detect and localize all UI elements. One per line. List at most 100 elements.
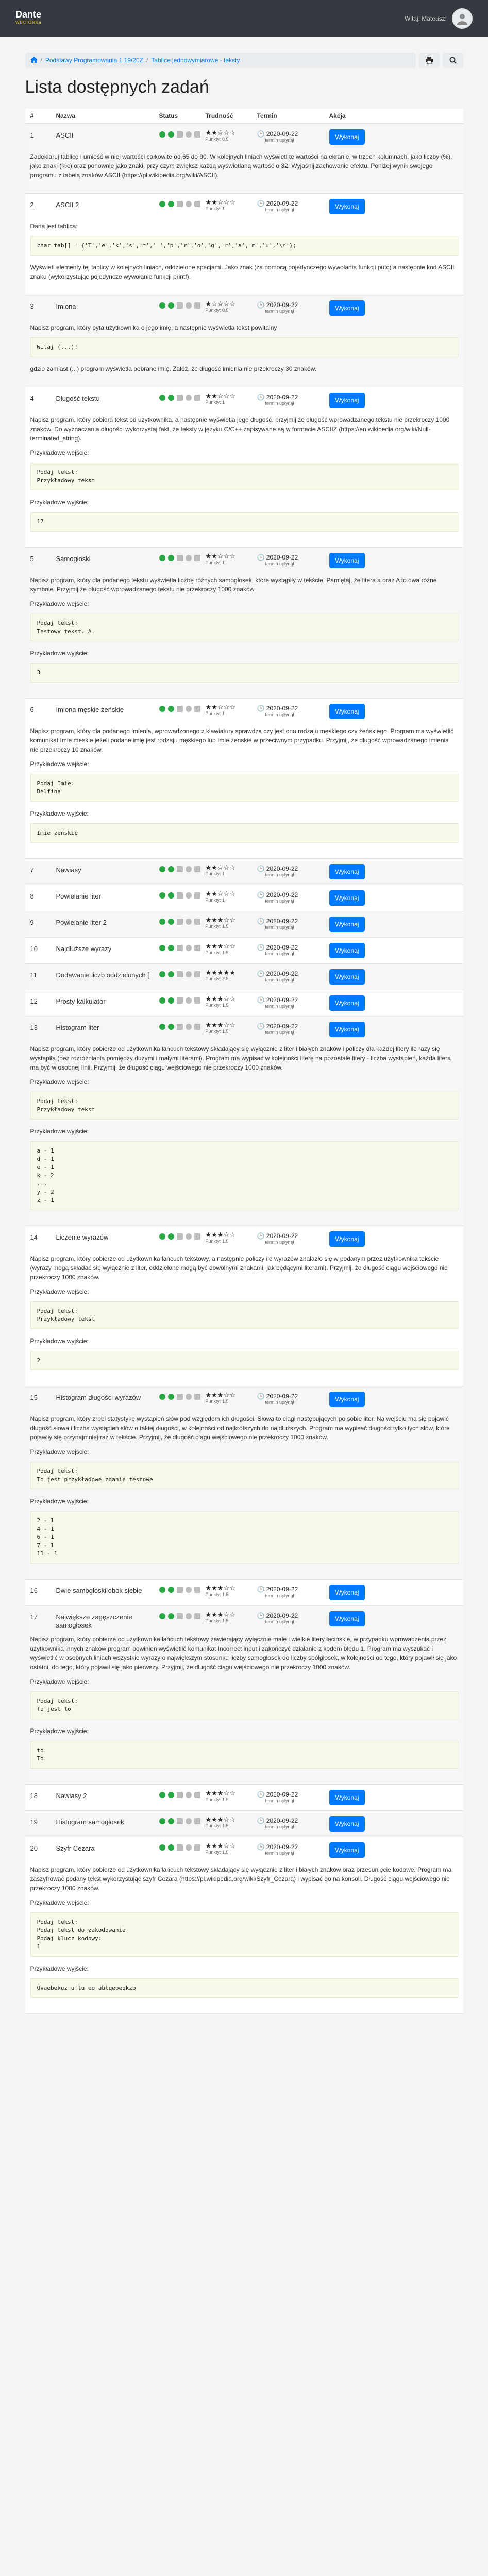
example-output-label: Przykładowe wyjście: (30, 650, 89, 657)
breadcrumb-item-course[interactable]: Podstawy Programowania 1 19/20Z (45, 57, 143, 64)
execute-button[interactable]: Wykonaj (329, 995, 365, 1011)
breadcrumb: / Podstawy Programowania 1 19/20Z / Tabl… (25, 53, 416, 68)
execute-button[interactable]: Wykonaj (329, 1392, 365, 1407)
task-name[interactable]: ASCII 2 (56, 199, 159, 209)
task-difficulty: ★★☆☆☆ Punkty: 1 (206, 890, 257, 903)
execute-button[interactable]: Wykonaj (329, 1022, 365, 1037)
lock-icon (176, 1613, 183, 1619)
completed-icon (159, 555, 165, 561)
task-description: Zadeklaruj tablicę i umieść w niej warto… (25, 150, 463, 193)
clock-icon: 🕒 (257, 865, 265, 872)
task-term: 🕒 2020-09-22 termin upłynął (257, 864, 329, 877)
task-difficulty: ★★★☆☆ Punkty: 1.5 (206, 1392, 257, 1404)
completed-icon (159, 892, 165, 899)
execute-button[interactable]: Wykonaj (329, 704, 365, 719)
execute-button[interactable]: Wykonaj (329, 969, 365, 985)
task-name[interactable]: Największe zagęszczenie samogłosek (56, 1611, 159, 1630)
task-name[interactable]: Histogram długości wyrazów (56, 1392, 159, 1402)
task-name[interactable]: Imiona męskie żeńskie (56, 704, 159, 714)
execute-button[interactable]: Wykonaj (329, 129, 365, 145)
task-name[interactable]: Liczenie wyrazów (56, 1231, 159, 1242)
execute-button[interactable]: Wykonaj (329, 393, 365, 408)
lock-icon (176, 892, 183, 899)
task-points: Punkty: 1 (205, 400, 225, 405)
task-name[interactable]: Prosty kalkulator (56, 995, 159, 1006)
brand-logo[interactable]: Dante WBCIORKa (15, 10, 42, 27)
term-date: 2020-09-22 (266, 1023, 298, 1030)
search-button[interactable] (442, 53, 463, 68)
term-date: 2020-09-22 (266, 970, 298, 977)
execute-button[interactable]: Wykonaj (329, 300, 365, 316)
completed-icon (159, 201, 165, 207)
task-points: Punkty: 1 (205, 711, 225, 716)
task-name[interactable]: Histogram samogłosek (56, 1816, 159, 1826)
flag-icon (194, 395, 200, 401)
task-difficulty: ★★★☆☆ Punkty: 1.5 (206, 1790, 257, 1803)
task-name[interactable]: Imiona (56, 300, 159, 311)
task-name[interactable]: Nawiasy 2 (56, 1790, 159, 1800)
execute-button[interactable]: Wykonaj (329, 890, 365, 906)
execute-button[interactable]: Wykonaj (329, 1585, 365, 1600)
task-term: 🕒 2020-09-22 termin upłynął (257, 1585, 329, 1598)
description-text: Napisz program, który pobierze od użytko… (30, 1255, 448, 1281)
lock-icon (176, 1818, 183, 1824)
task-item: 4 Długość tekstu ★★☆☆☆ Punkty: 1 🕒 2020-09-2… (25, 387, 463, 548)
task-term: 🕒 2020-09-22 termin upłynął (257, 553, 329, 566)
difficulty-stars: ★★★☆☆ (205, 1611, 235, 1618)
execute-button[interactable]: Wykonaj (329, 553, 365, 568)
task-name[interactable]: Samogłoski (56, 553, 159, 563)
execute-button[interactable]: Wykonaj (329, 1790, 365, 1805)
execute-button[interactable]: Wykonaj (329, 864, 365, 879)
home-icon[interactable] (30, 56, 38, 64)
task-points: Punkty: 1 (205, 206, 225, 211)
task-name[interactable]: Najdłuższe wyrazy (56, 943, 159, 953)
task-name[interactable]: Powielanie liter (56, 890, 159, 901)
breadcrumb-item-topic[interactable]: Tablice jednowymiarowe - teksty (151, 57, 240, 64)
execute-button[interactable]: Wykonaj (329, 199, 365, 214)
print-button[interactable] (418, 53, 440, 68)
example-output-label: Przykładowe wyjście: (30, 1128, 89, 1135)
task-name[interactable]: Dwie samogłoski obok siebie (56, 1585, 159, 1595)
task-row: 1 ASCII ★★☆☆☆ Punkty: 0.5 🕒 2020-09-22 termin… (25, 124, 463, 150)
example-input-label: Przykładowe wejście: (30, 600, 89, 607)
task-name[interactable]: Powielanie liter 2 (56, 917, 159, 927)
difficulty-stars: ★★★☆☆ (205, 1842, 235, 1850)
tests-icon (167, 1394, 174, 1400)
execute-button[interactable]: Wykonaj (329, 1816, 365, 1832)
task-name[interactable]: Dodawanie liczb oddzielonych [ (56, 969, 159, 979)
lock-icon (176, 201, 183, 207)
task-term: 🕒 2020-09-22 termin upłynął (257, 1022, 329, 1035)
task-name[interactable]: Długość tekstu (56, 393, 159, 403)
difficulty-stars: ★★★☆☆ (205, 995, 235, 1003)
task-item: 19 Histogram samogłosek ★★★☆☆ Punkty: 1.5 🕒 … (25, 1811, 463, 1837)
avatar[interactable] (452, 8, 473, 29)
task-number: 8 (30, 892, 34, 900)
task-points: Punkty: 1.5 (205, 1399, 229, 1404)
task-status (159, 917, 206, 925)
task-status (159, 1585, 206, 1593)
execute-button[interactable]: Wykonaj (329, 917, 365, 932)
welcome-text[interactable]: Witaj, Mateusz! (405, 15, 447, 22)
execute-button[interactable]: Wykonaj (329, 1231, 365, 1247)
task-name[interactable]: Nawiasy (56, 864, 159, 874)
completed-icon (159, 971, 165, 977)
difficulty-stars: ★★☆☆☆ (205, 198, 235, 206)
execute-button[interactable]: Wykonaj (329, 1611, 365, 1626)
task-term: 🕒 2020-09-22 termin upłynął (257, 1842, 329, 1856)
example-output-label: Przykładowe wyjście: (30, 1965, 89, 1972)
tests-icon (167, 395, 174, 401)
task-number: 12 (30, 997, 38, 1005)
task-list: # Nazwa Status Trudność Termin Akcja 1 AS… (25, 109, 463, 2014)
task-name[interactable]: Szyfr Cezara (56, 1842, 159, 1853)
task-number: 3 (30, 302, 34, 310)
tests-icon (167, 1024, 174, 1030)
execute-button[interactable]: Wykonaj (329, 1842, 365, 1858)
task-name[interactable]: ASCII (56, 129, 159, 140)
task-number: 18 (30, 1792, 38, 1800)
lock-icon (176, 131, 183, 138)
task-name[interactable]: Histogram liter (56, 1022, 159, 1032)
execute-button[interactable]: Wykonaj (329, 943, 365, 958)
task-row: 19 Histogram samogłosek ★★★☆☆ Punkty: 1.5 🕒 … (25, 1811, 463, 1837)
task-points: Punkty: 1.5 (205, 1618, 229, 1623)
task-status (159, 704, 206, 712)
